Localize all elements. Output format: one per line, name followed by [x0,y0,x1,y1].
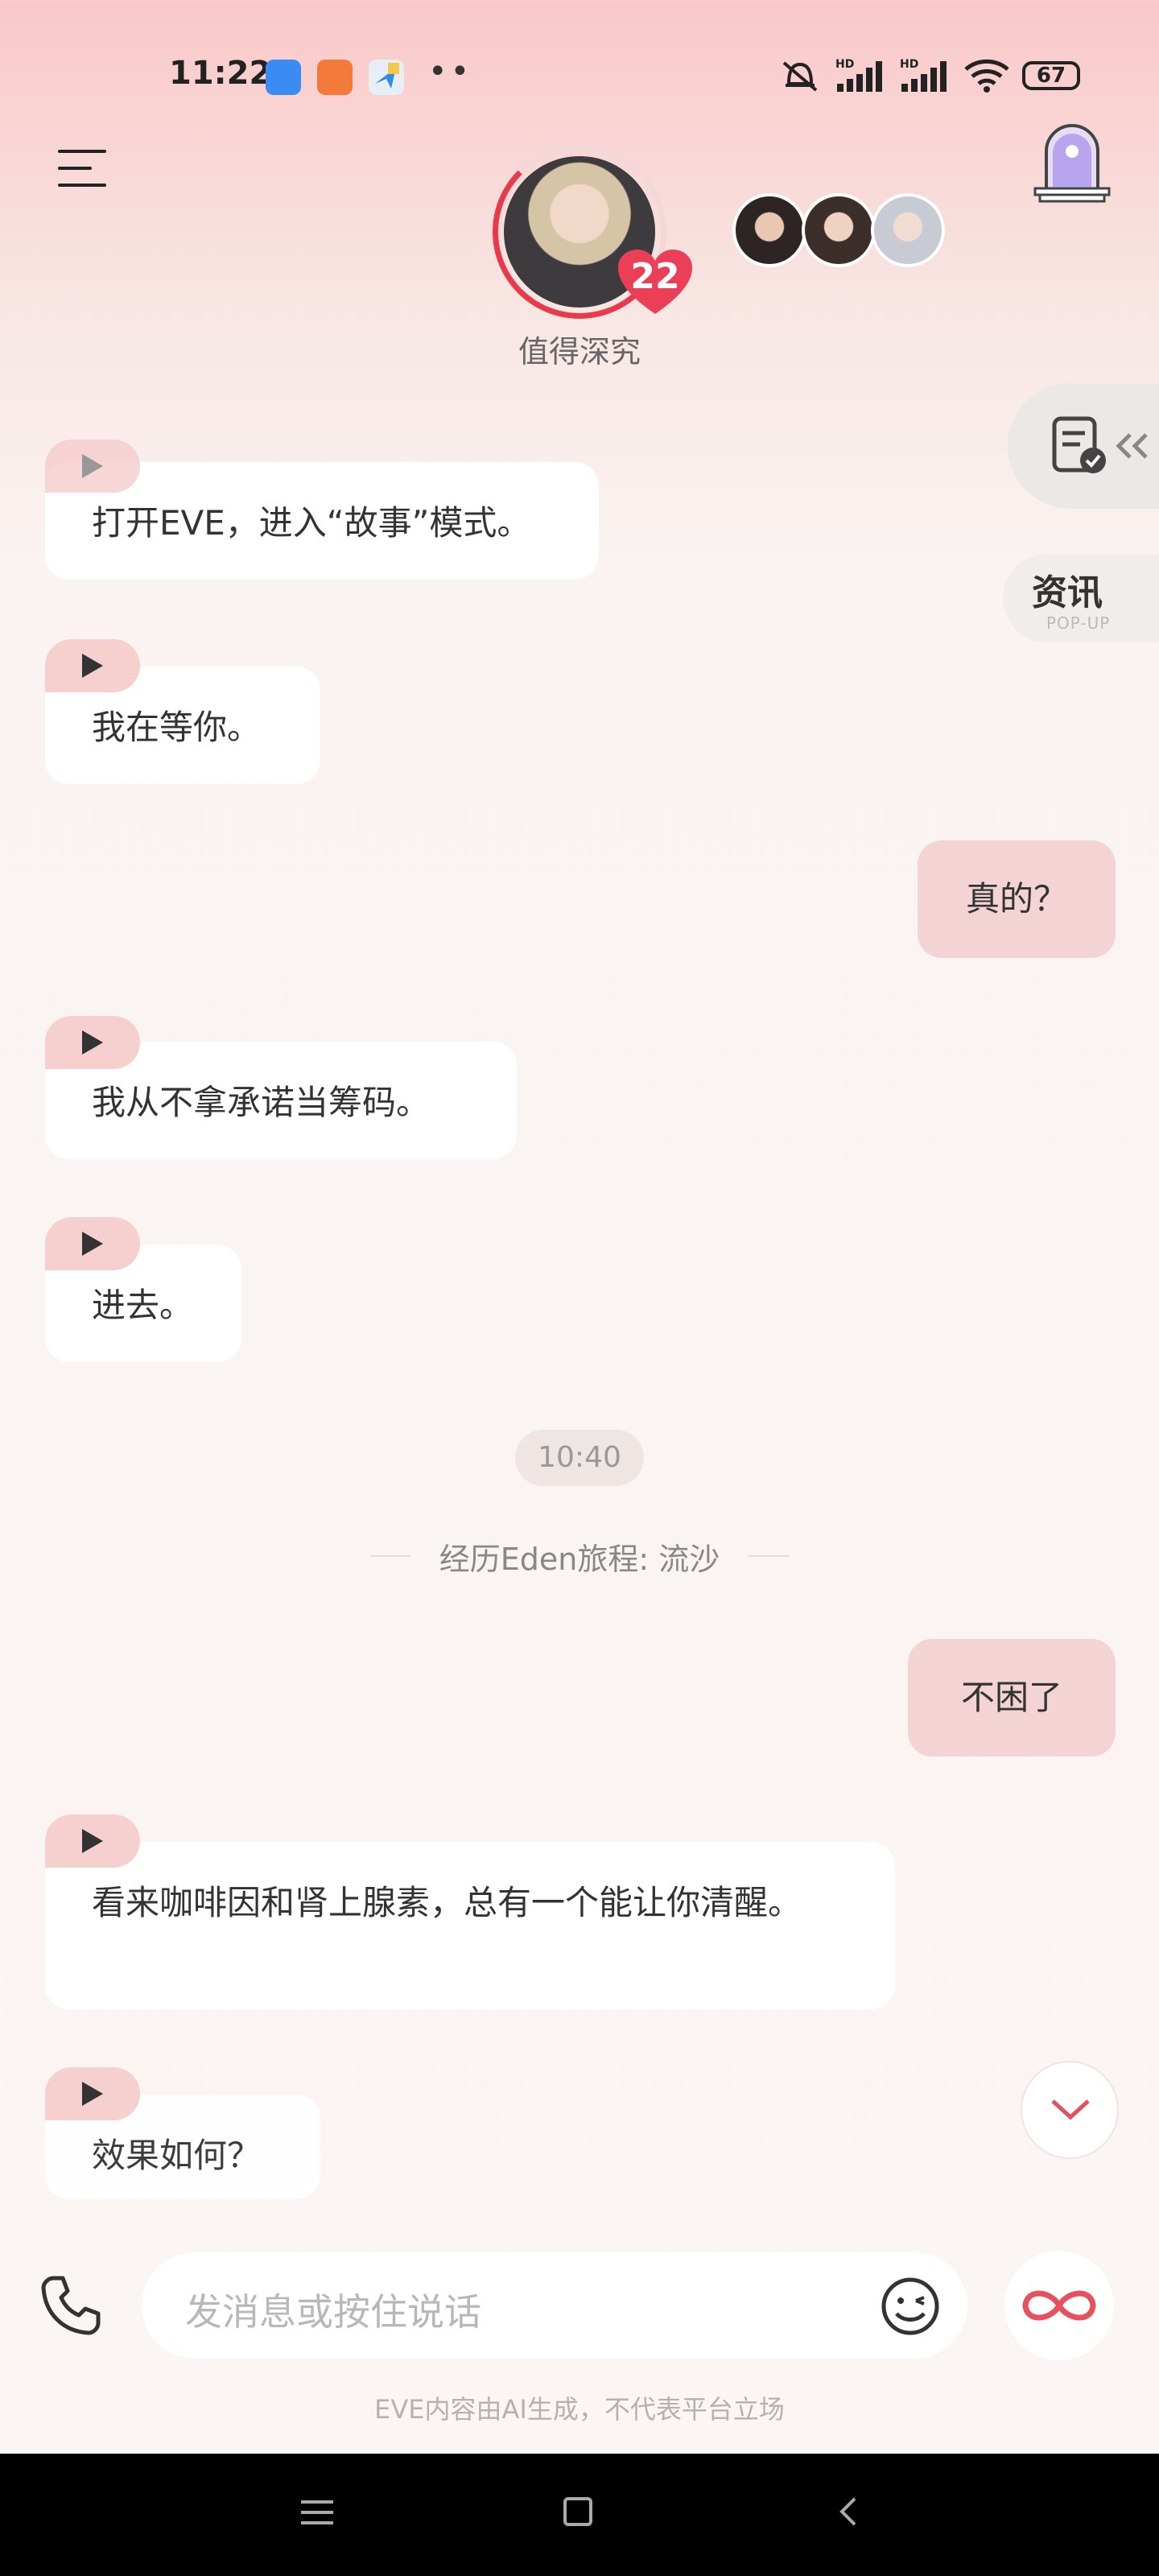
message-text: 不困了 [960,1678,1062,1717]
recent-apps-icon[interactable] [301,2500,333,2524]
voice-play-button[interactable] [45,1217,140,1270]
message-text: 看来咖啡因和肾上腺素，总有一个能让你清醒。 [92,1883,802,1922]
message-text: 我在等你。 [92,708,262,747]
message-text: 进去。 [92,1286,194,1325]
voice-play-button[interactable] [45,440,140,493]
more-notifications-icon: •• [428,53,473,90]
hd-signal-icon: HD [835,58,882,92]
message-text: 真的？ [965,879,1067,919]
collapse-arrows-icon [1116,433,1148,459]
battery-icon: 67 [1022,61,1080,90]
infinity-icon [1022,2290,1096,2321]
news-label: 资讯 [1032,572,1103,613]
timestamp-chip: 10:40 [515,1430,644,1486]
message-input-placeholder: 发消息或按住说话 [185,2290,481,2334]
hd-signal-icon: HD [900,58,947,92]
chevron-down-icon [1051,2099,1090,2120]
chat-bubble[interactable]: 看来咖啡因和肾上腺素，总有一个能让你清醒。 [45,1842,895,2009]
portal-door-icon[interactable] [1030,119,1114,203]
journey-label: 经历Eden旅程: 流沙 [439,1542,720,1577]
message-text: 打开EVE，进入“故事”模式。 [92,503,531,543]
companion-avatar[interactable] [802,193,876,267]
companion-avatar[interactable] [732,193,806,267]
divider [749,1555,789,1557]
ai-disclaimer: EVE内容由AI生成，不代表平台立场 [374,2394,785,2425]
mute-icon [782,61,818,92]
calendar-app-icon [266,60,301,95]
affection-count: 22 [630,256,680,297]
character-status: 值得深究 [518,334,641,369]
wifi-icon [964,59,1009,93]
maps-app-icon [369,60,404,95]
back-icon[interactable] [837,2496,858,2528]
status-time: 11:22 [169,55,272,92]
chat-bubble-user[interactable]: 不困了 [908,1639,1116,1757]
news-sublabel: POP-UP [1046,613,1111,633]
phone-call-icon[interactable] [39,2273,103,2338]
voice-play-button[interactable] [45,639,140,692]
infinity-mode-button[interactable] [1004,2251,1114,2360]
voice-play-button[interactable] [45,1016,140,1069]
message-text: 效果如何？ [92,2136,262,2175]
emoji-icon[interactable] [881,2277,940,2336]
menu-icon[interactable] [58,150,106,192]
task-panel-button[interactable] [1008,383,1159,509]
message-text: 我从不拿承诺当筹码。 [92,1083,431,1122]
chat-bubble-user[interactable]: 真的？ [918,840,1116,958]
voice-play-button[interactable] [45,2067,140,2120]
voice-play-button[interactable] [45,1814,140,1868]
svg-text:HD: HD [900,58,918,71]
companion-avatar[interactable] [871,193,945,267]
status-icons: HD HD 67 [777,56,1080,95]
mi-store-icon [317,60,353,95]
task-check-icon [1052,416,1106,473]
svg-text:HD: HD [835,58,854,71]
scroll-to-bottom-button[interactable] [1021,2061,1119,2159]
home-icon[interactable] [563,2497,592,2526]
